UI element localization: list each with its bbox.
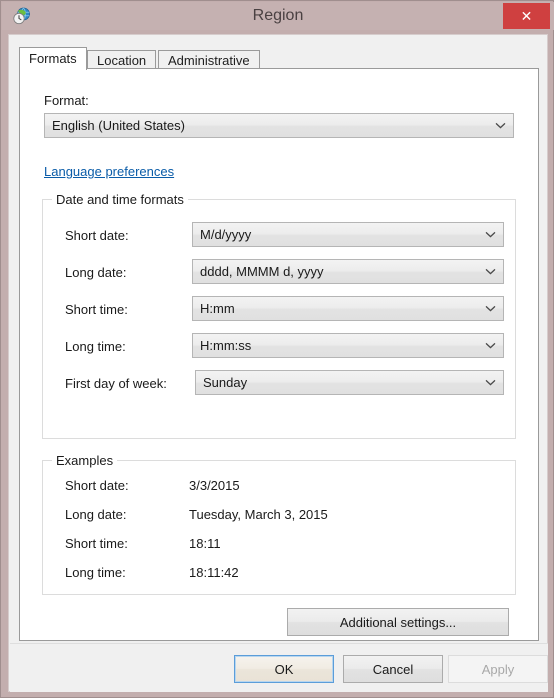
first-day-of-week-combobox[interactable]: Sunday bbox=[195, 370, 504, 395]
short-time-combobox-value: H:mm bbox=[200, 301, 235, 316]
long-date-combobox-value: dddd, MMMM d, yyyy bbox=[200, 264, 324, 279]
long-time-combobox-value: H:mm:ss bbox=[200, 338, 252, 353]
example-short-time-label: Short time: bbox=[65, 536, 128, 551]
tab-page-formats: Format: English (United States) Language… bbox=[19, 68, 539, 641]
long-date-combobox[interactable]: dddd, MMMM d, yyyy bbox=[192, 259, 504, 284]
short-date-combobox[interactable]: M/d/yyyy bbox=[192, 222, 504, 247]
additional-settings-button[interactable]: Additional settings... bbox=[287, 608, 509, 636]
first-day-of-week-combobox-value: Sunday bbox=[203, 375, 248, 390]
chevron-down-icon bbox=[484, 297, 496, 320]
example-short-date-value: 3/3/2015 bbox=[189, 478, 240, 493]
chevron-down-icon bbox=[484, 334, 496, 357]
examples-group: Examples Short date: 3/3/2015 Long date:… bbox=[42, 453, 516, 595]
example-long-time-label: Long time: bbox=[65, 565, 126, 580]
apply-button: Apply bbox=[448, 655, 548, 683]
dialog-footer: OK Cancel Apply bbox=[10, 643, 548, 692]
chevron-down-icon bbox=[484, 260, 496, 283]
format-combobox[interactable]: English (United States) bbox=[44, 113, 514, 138]
language-preferences-link[interactable]: Language preferences bbox=[44, 164, 174, 179]
cancel-button[interactable]: Cancel bbox=[343, 655, 443, 683]
short-time-label: Short time: bbox=[65, 302, 128, 317]
date-time-formats-group: Date and time formats Short date: M/d/yy… bbox=[42, 192, 516, 439]
tab-administrative[interactable]: Administrative bbox=[158, 50, 260, 69]
tab-formats[interactable]: Formats bbox=[19, 47, 87, 70]
close-icon[interactable]: ✕ bbox=[503, 3, 550, 29]
long-time-combobox[interactable]: H:mm:ss bbox=[192, 333, 504, 358]
short-date-label: Short date: bbox=[65, 228, 129, 243]
example-short-date-label: Short date: bbox=[65, 478, 129, 493]
examples-group-title: Examples bbox=[52, 453, 118, 468]
example-short-time-value: 18:11 bbox=[189, 536, 221, 551]
ok-button[interactable]: OK bbox=[234, 655, 334, 683]
chevron-down-icon bbox=[484, 371, 496, 394]
dialog-body: Formats Location Administrative Format: … bbox=[8, 34, 548, 692]
first-day-of-week-label: First day of week: bbox=[65, 376, 167, 391]
region-dialog-window: Region ✕ Formats Location Administrative… bbox=[0, 0, 554, 698]
tab-location[interactable]: Location bbox=[87, 50, 157, 69]
format-combobox-value: English (United States) bbox=[52, 118, 185, 133]
format-label: Format: bbox=[44, 93, 89, 108]
long-date-label: Long date: bbox=[65, 265, 127, 280]
tab-strip: Formats Location Administrative bbox=[19, 47, 539, 70]
long-time-label: Long time: bbox=[65, 339, 126, 354]
short-date-combobox-value: M/d/yyyy bbox=[200, 227, 252, 242]
example-long-time-value: 18:11:42 bbox=[189, 565, 239, 580]
example-long-date-value: Tuesday, March 3, 2015 bbox=[189, 507, 328, 522]
short-time-combobox[interactable]: H:mm bbox=[192, 296, 504, 321]
chevron-down-icon bbox=[494, 114, 506, 137]
chevron-down-icon bbox=[484, 223, 496, 246]
title-bar: Region ✕ bbox=[2, 2, 554, 30]
window-title: Region bbox=[252, 7, 304, 24]
date-time-formats-group-title: Date and time formats bbox=[52, 192, 188, 207]
example-long-date-label: Long date: bbox=[65, 507, 127, 522]
